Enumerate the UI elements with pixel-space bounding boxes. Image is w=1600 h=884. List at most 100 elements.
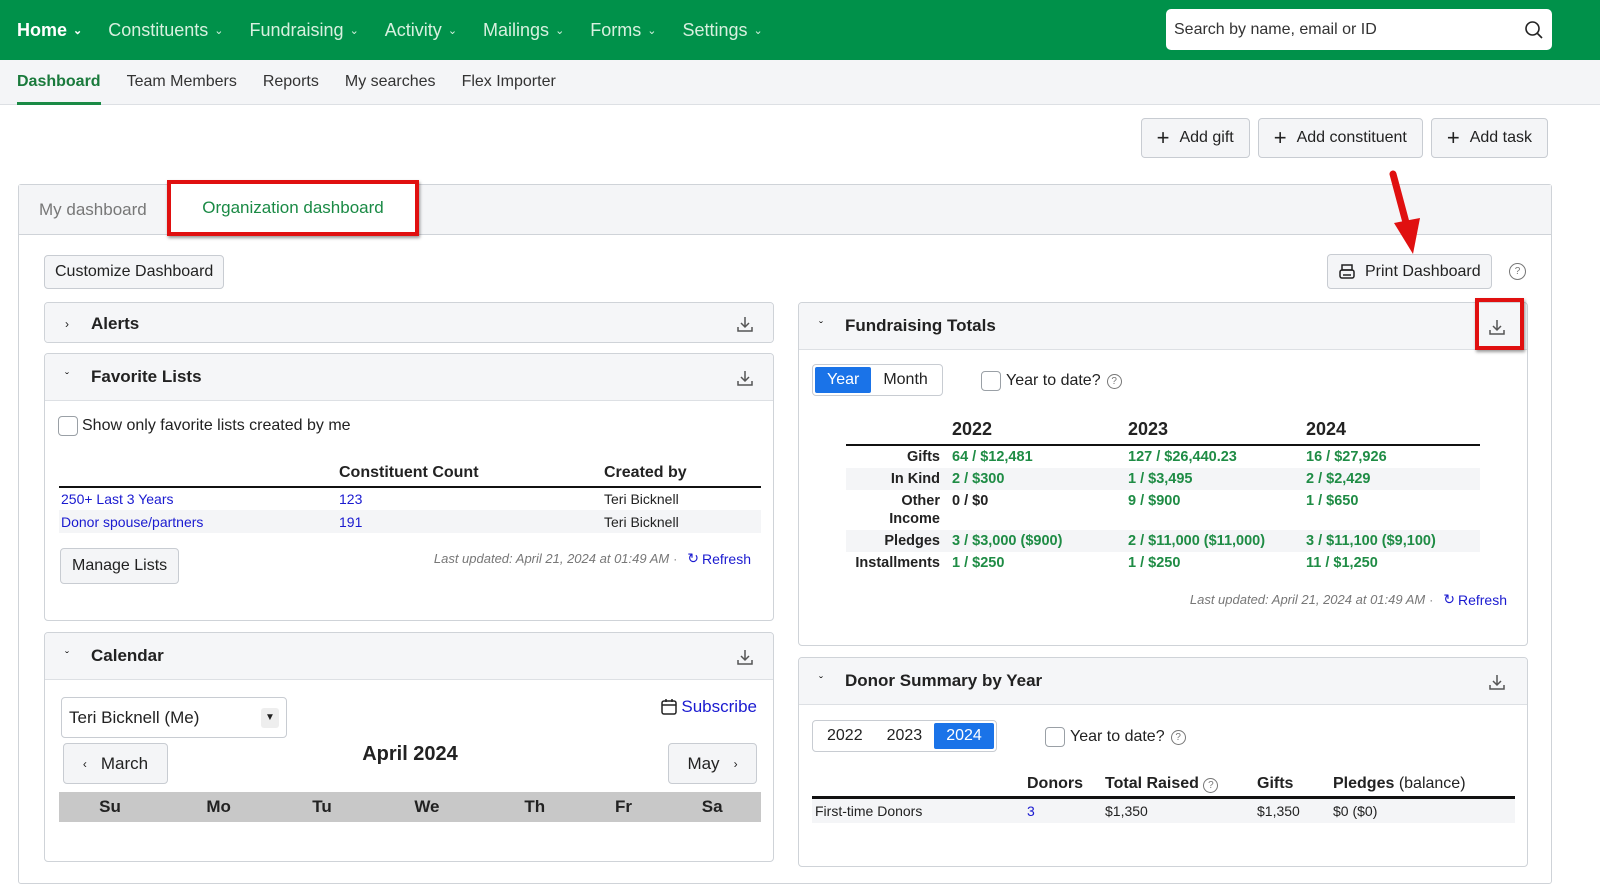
help-icon[interactable]: ? [1106, 373, 1122, 389]
ytd-option: Year to date? ? [981, 371, 1122, 391]
add-constituent-button[interactable]: + Add constituent [1257, 118, 1423, 158]
chevron-down-icon[interactable]: ˇ [819, 674, 845, 688]
list-count-link[interactable]: 191 [339, 514, 362, 530]
table-row: Donor spouse/partners 191 Teri Bicknell [59, 510, 761, 533]
refresh-icon[interactable]: ↻ [687, 550, 699, 567]
dashboard-tabs: My dashboard Organization dashboard [19, 180, 1551, 236]
calendar-header[interactable]: ˇ Calendar [45, 633, 773, 680]
nav-fundraising[interactable]: Fundraising ⌄ [237, 0, 372, 60]
table-row: 250+ Last 3 Years 123 Teri Bicknell [61, 491, 679, 507]
table-row: In Kind 2 / $300 1 / $3,495 2 / $2,429 [846, 468, 1480, 490]
donor-summary-header[interactable]: ˇ Donor Summary by Year [799, 658, 1527, 705]
donor-summary-table: Donors Total Raised ? Gifts Pledges (bal… [812, 772, 1515, 823]
search-icon[interactable] [1524, 20, 1544, 40]
chevron-down-icon: ⌄ [73, 24, 83, 37]
favorite-update-info: Last updated: April 21, 2024 at 01:49 AM… [433, 550, 751, 567]
manage-lists-button[interactable]: Manage Lists [60, 548, 180, 584]
calendar-icon [661, 699, 678, 715]
refresh-link[interactable]: Refresh [1458, 592, 1507, 608]
chevron-down-icon: ⌄ [447, 24, 458, 37]
nav-mailings[interactable]: Mailings ⌄ [470, 0, 577, 60]
refresh-link[interactable]: Refresh [702, 551, 751, 567]
toggle-year[interactable]: Year [815, 367, 872, 393]
customize-dashboard-button[interactable]: Customize Dashboard [44, 255, 225, 289]
help-icon[interactable]: ? [1170, 729, 1186, 745]
toggle-2022[interactable]: 2022 [815, 723, 875, 749]
calendar-month-title: April 2024 [362, 743, 458, 765]
chevron-down-icon: ⌄ [214, 24, 224, 37]
list-count-link[interactable]: 123 [339, 491, 362, 507]
chevron-down-icon: ⌄ [555, 24, 565, 37]
nav-home[interactable]: Home ⌄ [0, 0, 95, 60]
calendar-user-select[interactable]: Teri Bicknell (Me) ▼ [61, 697, 287, 738]
favorite-filter: Show only favorite lists created by me [58, 416, 351, 436]
chevron-right-icon[interactable]: › [65, 317, 91, 331]
subnav-my-searches[interactable]: My searches [332, 60, 449, 105]
chevron-down-icon[interactable]: ˇ [65, 649, 91, 663]
panel-title: Calendar [91, 646, 164, 665]
fundraising-totals-panel: ˇ Fundraising Totals Year Month Year to … [798, 302, 1528, 646]
printer-icon [1339, 263, 1355, 279]
sub-nav: Dashboard Team Members Reports My search… [0, 60, 1600, 105]
chevron-right-icon: › [733, 756, 738, 771]
plus-icon: + [1156, 125, 1170, 150]
list-name-link[interactable]: Donor spouse/partners [61, 514, 203, 530]
print-dashboard-button[interactable]: Print Dashboard [1327, 254, 1492, 289]
tab-organization-dashboard[interactable]: Organization dashboard [167, 180, 419, 236]
favorite-lists-panel: ˇ Favorite Lists Show only favorite list… [44, 353, 774, 621]
list-name-link[interactable]: 250+ Last 3 Years [61, 491, 174, 507]
calendar-panel: ˇ Calendar Teri Bicknell (Me) ▼ Subscrib… [44, 632, 774, 862]
download-icon[interactable] [735, 314, 755, 334]
favorite-lists-header[interactable]: ˇ Favorite Lists [45, 354, 773, 401]
subnav-team-members[interactable]: Team Members [114, 60, 250, 105]
panel-title: Donor Summary by Year [845, 671, 1043, 690]
donors-count-link[interactable]: 3 [1027, 803, 1035, 819]
ytd-checkbox[interactable] [981, 371, 1001, 391]
table-row: Other Income 0 / $0 9 / $900 1 / $650 [889, 493, 1359, 527]
refresh-icon[interactable]: ↻ [1443, 591, 1455, 608]
table-row: Pledges 3 / $3,000 ($900) 2 / $11,000 ($… [846, 530, 1480, 552]
help-icon[interactable]: ? [1203, 778, 1219, 793]
help-icon[interactable]: ? [1509, 263, 1526, 280]
chevron-down-icon[interactable]: ˇ [65, 370, 91, 384]
add-gift-button[interactable]: + Add gift [1140, 118, 1250, 158]
chevron-down-icon: ⌄ [753, 24, 763, 37]
table-row: Installments 1 / $250 1 / $250 11 / $1,2… [855, 555, 1378, 571]
subnav-reports[interactable]: Reports [250, 60, 332, 105]
download-icon[interactable] [735, 368, 755, 388]
subnav-flex-importer[interactable]: Flex Importer [449, 60, 569, 105]
chevron-down-icon[interactable]: ˇ [819, 319, 845, 333]
toggle-2024[interactable]: 2024 [934, 723, 994, 749]
subscribe-link[interactable]: Subscribe [681, 697, 757, 717]
search-box [1166, 9, 1552, 50]
fundraising-totals-header[interactable]: ˇ Fundraising Totals [799, 303, 1527, 350]
search-input[interactable] [1174, 20, 1524, 39]
plus-icon: + [1446, 125, 1460, 150]
chevron-down-icon: ⌄ [349, 24, 359, 37]
next-month-button[interactable]: May › [668, 743, 757, 784]
nav-forms[interactable]: Forms ⌄ [577, 0, 669, 60]
period-toggle: Year Month [812, 364, 943, 396]
ytd-checkbox[interactable] [1045, 727, 1065, 747]
alerts-header[interactable]: › Alerts [45, 303, 773, 342]
subscribe: Subscribe [660, 697, 757, 717]
table-row: Gifts 64 / $12,481 127 / $26,440.23 16 /… [906, 449, 1387, 465]
add-task-button[interactable]: + Add task [1430, 118, 1548, 158]
download-icon[interactable] [735, 647, 755, 667]
nav-activity[interactable]: Activity ⌄ [372, 0, 470, 60]
nav-constituents[interactable]: Constituents ⌄ [95, 0, 236, 60]
panel-title: Favorite Lists [91, 367, 202, 386]
only-mine-checkbox[interactable] [58, 416, 78, 436]
download-icon[interactable] [1487, 672, 1507, 692]
panel-title: Fundraising Totals [845, 316, 996, 335]
nav-settings[interactable]: Settings ⌄ [670, 0, 776, 60]
toggle-2023[interactable]: 2023 [875, 723, 935, 749]
donor-summary-panel: ˇ Donor Summary by Year 2022 2023 2024 Y… [798, 657, 1528, 867]
action-buttons: + Add gift + Add constituent + Add task [1140, 118, 1548, 158]
subnav-dashboard[interactable]: Dashboard [4, 60, 114, 105]
tab-my-dashboard[interactable]: My dashboard [39, 185, 147, 235]
toggle-month[interactable]: Month [871, 367, 939, 393]
calendar-grid: Su Mo Tu We Th Fr Sa [59, 792, 761, 822]
year-toggle: 2022 2023 2024 [812, 720, 997, 752]
fundraising-totals-table: 2022 2023 2024 Gifts 64 / $12,481 127 / … [846, 415, 1480, 574]
